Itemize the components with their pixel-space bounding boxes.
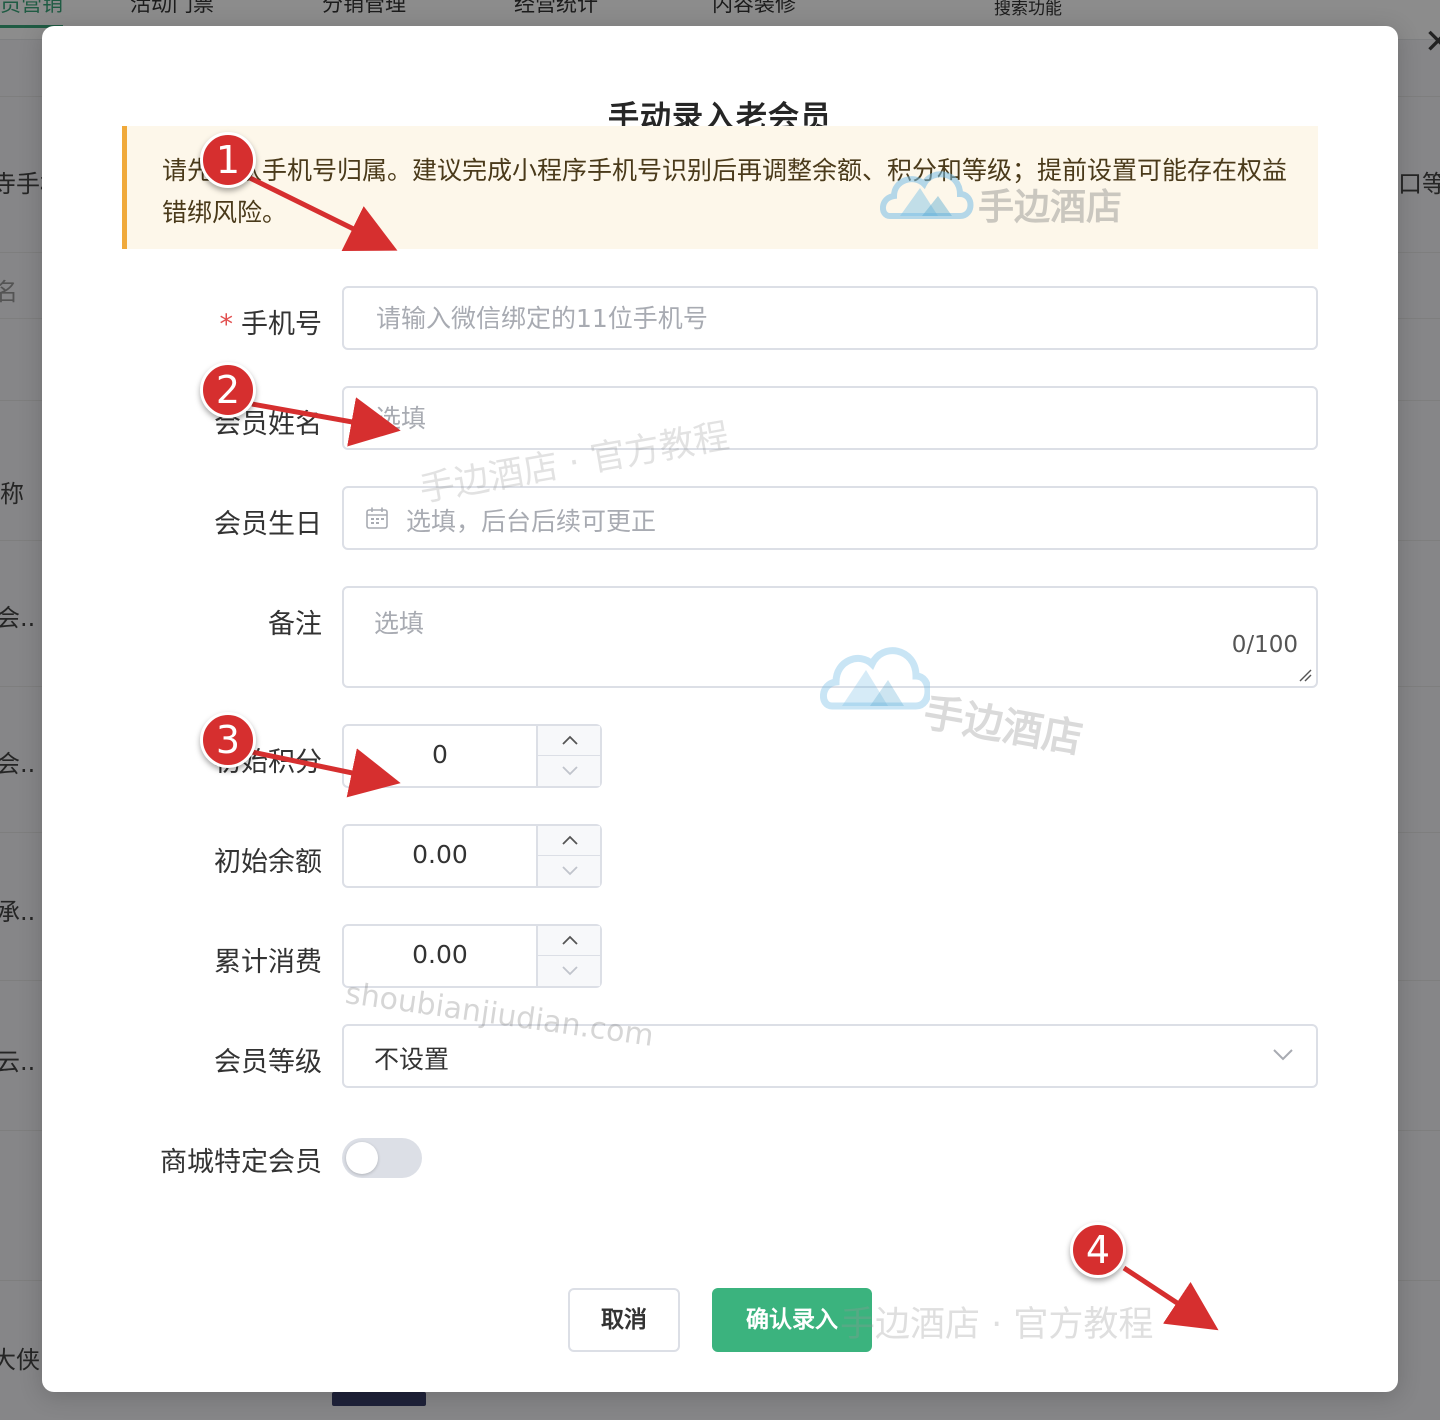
increment-button[interactable] [538,726,602,756]
member-name-input[interactable] [342,386,1318,450]
manual-entry-dialog: 手动录入老会员 请先确认手机号归属。建议完成小程序手机号识别后再调整余额、积分和… [42,26,1398,1392]
required-mark: * [219,309,234,340]
phone-label: * 手机号 [219,309,323,340]
toggle-knob [346,1142,378,1174]
initial-balance-label: 初始余额 [214,847,322,878]
chevron-down-icon [1273,1049,1293,1061]
phone-input[interactable] [342,286,1318,350]
member-level-select[interactable]: 不设置 [342,1024,1318,1088]
initial-points-stepper[interactable]: 0 [342,724,602,788]
remark-label: 备注 [268,609,322,640]
calendar-icon [366,507,388,529]
notice-text: 请先确认手机号归属。建议完成小程序手机号识别后再调整余额、积分和等级；提前设置可… [162,156,1288,227]
warning-notice: 请先确认手机号归属。建议完成小程序手机号识别后再调整余额、积分和等级；提前设置可… [122,126,1318,249]
member-name-label: 会员姓名 [214,409,322,440]
mall-member-label: 商城特定会员 [160,1147,322,1178]
total-spent-label: 累计消费 [214,947,322,978]
stepper-controls [536,926,602,986]
cancel-button[interactable]: 取消 [568,1288,680,1352]
member-level-value: 不设置 [374,1045,450,1074]
stepper-controls [536,726,602,786]
confirm-entry-button[interactable]: 确认录入 [712,1288,872,1352]
total-spent-value[interactable]: 0.00 [344,940,536,969]
decrement-button[interactable] [538,756,602,786]
mall-member-toggle[interactable] [342,1138,422,1178]
close-icon[interactable]: ✕ [1424,22,1440,62]
chevron-down-icon [562,766,578,776]
initial-points-label: 初始积分 [214,747,322,778]
annotation-badge: 2 [200,362,256,418]
birthday-placeholder: 选填，后台后续可更正 [406,507,657,536]
increment-button[interactable] [538,826,602,856]
annotation-badge: 3 [200,712,256,768]
member-level-label: 会员等级 [214,1047,322,1078]
annotation-badge: 4 [1070,1222,1126,1278]
chevron-up-icon [562,935,578,945]
resize-handle-icon[interactable] [1298,668,1312,682]
chevron-up-icon [562,835,578,845]
decrement-button[interactable] [538,956,602,986]
total-spent-stepper[interactable]: 0.00 [342,924,602,988]
chevron-up-icon [562,735,578,745]
annotation-badge: 1 [200,132,256,188]
increment-button[interactable] [538,926,602,956]
birthday-label: 会员生日 [214,509,322,540]
remark-textarea[interactable]: 选填 0/100 [342,586,1318,688]
initial-balance-value[interactable]: 0.00 [344,840,536,869]
chevron-down-icon [562,966,578,976]
decrement-button[interactable] [538,856,602,886]
stepper-controls [536,826,602,886]
remark-placeholder: 选填 [374,609,425,638]
birthday-date-picker[interactable]: 选填，后台后续可更正 [342,486,1318,550]
initial-points-value[interactable]: 0 [344,740,536,769]
character-counter: 0/100 [1231,632,1298,658]
chevron-down-icon [562,866,578,876]
initial-balance-stepper[interactable]: 0.00 [342,824,602,888]
